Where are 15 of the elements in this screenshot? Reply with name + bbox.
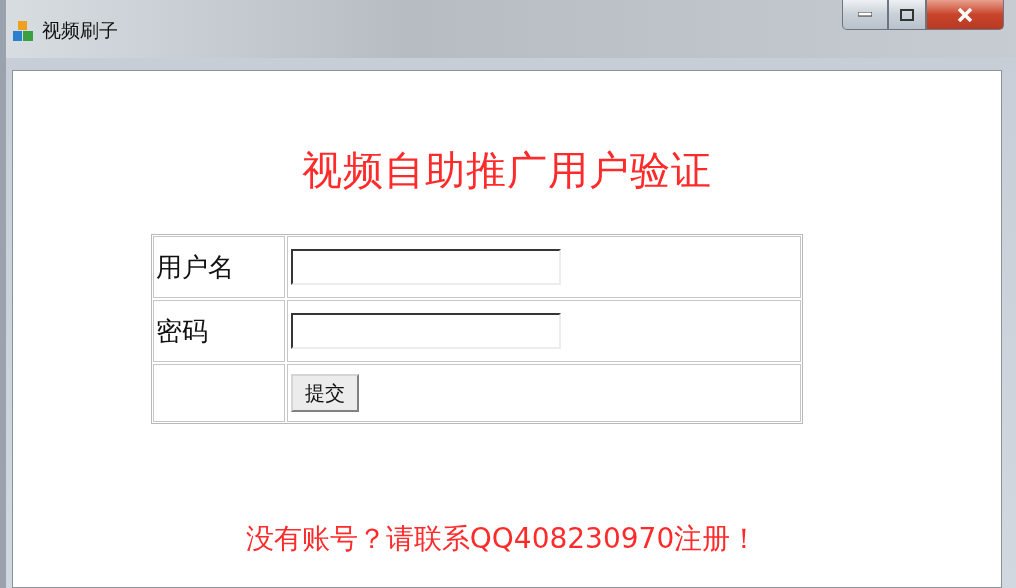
input-field[interactable] (291, 313, 561, 349)
maximize-icon (900, 8, 914, 21)
field-label: 密码 (156, 314, 208, 348)
maximize-button[interactable] (888, 0, 926, 30)
app-icon (12, 20, 34, 42)
register-note: 没有账号？请联系QQ408230970注册！ (245, 521, 759, 557)
minimize-icon (858, 12, 872, 17)
page-heading: 视频自助推广用户验证 (302, 146, 712, 195)
minimize-button[interactable] (842, 0, 888, 30)
close-button[interactable] (926, 0, 1004, 30)
submit-button[interactable]: 提交 (291, 374, 359, 412)
window-title: 视频刷子 (42, 18, 118, 43)
input-field[interactable] (291, 249, 561, 285)
close-icon (957, 7, 973, 22)
field-label: 用户名 (156, 250, 234, 284)
